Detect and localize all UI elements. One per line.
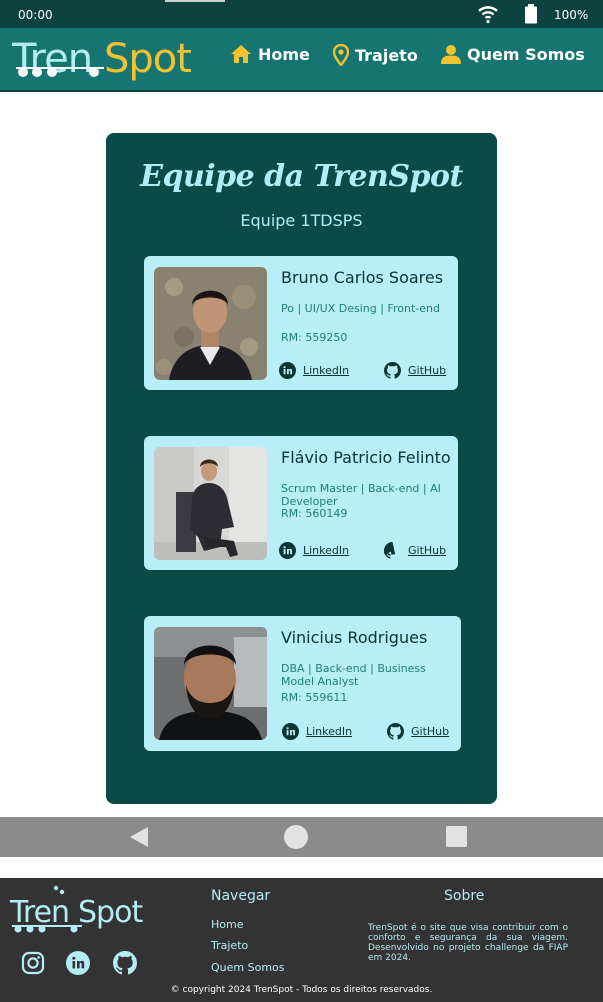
github-icon xyxy=(384,542,401,559)
linkedin-label: LinkedIn xyxy=(303,364,350,377)
github-link[interactable]: GitHub xyxy=(384,362,446,379)
status-bar: 00:00 100% xyxy=(0,0,603,28)
member-card: Vinicius Rodrigues DBA | Back-end | Busi… xyxy=(144,616,461,751)
team-title: Equipe da TrenSpot xyxy=(140,159,463,194)
recents-square-icon[interactable] xyxy=(446,826,467,847)
footer-nav-home[interactable]: Home xyxy=(211,918,243,931)
github-label: GitHub xyxy=(411,725,450,738)
github-label: GitHub xyxy=(408,544,447,557)
footer-about-title: Sobre xyxy=(444,888,485,904)
footer-about-text: TrenSpot é o site que visa contribuir co… xyxy=(368,923,568,963)
footer-logo-text-spot: Spot xyxy=(78,895,143,930)
site-header: Tren Spot Home Trajeto Quem Somos xyxy=(0,22,603,92)
github-icon[interactable] xyxy=(113,951,137,975)
footer-nav-trajeto[interactable]: Trajeto xyxy=(211,939,248,952)
user-icon xyxy=(441,44,461,64)
nav-quem-somos[interactable]: Quem Somos xyxy=(441,44,585,64)
logo-text-spot: Spot xyxy=(104,36,191,82)
member-rm: RM: 559611 xyxy=(281,691,348,704)
linkedin-icon xyxy=(279,542,296,559)
member-card: Bruno Carlos Soares Po | UI/UX Desing | … xyxy=(144,256,458,390)
nav-home[interactable]: Home xyxy=(230,44,310,64)
team-subtitle: Equipe 1TDSPS xyxy=(240,211,363,230)
member-rm: RM: 559250 xyxy=(281,331,348,344)
app-frame: 00:00 100% Tren Spot Home Trajeto Quem S… xyxy=(0,0,603,1002)
member-name: Flávio Patricio Felinto xyxy=(281,448,451,467)
github-label: GitHub xyxy=(408,364,447,377)
github-icon xyxy=(387,723,404,740)
battery-percent: 100% xyxy=(554,8,589,22)
member-role: Scrum Master | Back-end | AI Developer xyxy=(281,482,441,508)
nav-home-label: Home xyxy=(258,44,310,64)
member-photo xyxy=(154,627,267,740)
linkedin-link[interactable]: LinkedIn xyxy=(282,723,352,740)
copyright: © copyright 2024 TrenSpot - Todos os dir… xyxy=(170,985,433,995)
member-role: DBA | Back-end | Business Model Analyst xyxy=(281,662,426,688)
site-footer: Tren Spot Navegar Home Trajeto Quem Somo… xyxy=(0,878,603,1002)
footer-logo[interactable]: Tren Spot xyxy=(8,884,158,936)
back-icon[interactable] xyxy=(128,826,150,852)
battery-icon xyxy=(524,4,538,27)
status-notch xyxy=(165,0,225,2)
home-circle-icon[interactable] xyxy=(284,825,308,849)
linkedin-label: LinkedIn xyxy=(303,544,350,557)
home-icon xyxy=(230,44,252,64)
member-role: Po | UI/UX Desing | Front-end xyxy=(281,302,440,315)
nav-trajeto-label: Trajeto xyxy=(355,45,418,65)
status-time: 00:00 xyxy=(18,8,53,22)
github-icon xyxy=(384,362,401,379)
member-name: Bruno Carlos Soares xyxy=(281,268,444,287)
nav-quem-somos-label: Quem Somos xyxy=(467,44,585,64)
nav-trajeto[interactable]: Trajeto xyxy=(333,44,418,66)
github-link[interactable]: GitHub xyxy=(384,542,446,559)
linkedin-icon[interactable] xyxy=(66,951,90,975)
map-pin-icon xyxy=(333,44,349,66)
footer-nav-quem-somos[interactable]: Quem Somos xyxy=(211,961,285,974)
trenspot-logo[interactable]: Tren Spot xyxy=(11,22,202,88)
instagram-icon[interactable] xyxy=(21,951,45,975)
github-link[interactable]: GitHub xyxy=(387,723,449,740)
linkedin-link[interactable]: LinkedIn xyxy=(279,362,349,379)
footer-logo-text-tren: Tren xyxy=(9,895,69,930)
member-name: Vinicius Rodrigues xyxy=(281,628,428,647)
member-card: Flávio Patricio Felinto Scrum Master | B… xyxy=(144,436,458,570)
footer-nav-title: Navegar xyxy=(211,888,271,904)
linkedin-link[interactable]: LinkedIn xyxy=(279,542,349,559)
linkedin-icon xyxy=(282,723,299,740)
member-photo xyxy=(154,447,267,560)
member-rm: RM: 560149 xyxy=(281,507,348,520)
member-photo xyxy=(154,267,267,380)
system-nav-bar xyxy=(0,817,603,857)
wifi-icon xyxy=(477,3,499,28)
linkedin-label: LinkedIn xyxy=(306,725,353,738)
linkedin-icon xyxy=(279,362,296,379)
